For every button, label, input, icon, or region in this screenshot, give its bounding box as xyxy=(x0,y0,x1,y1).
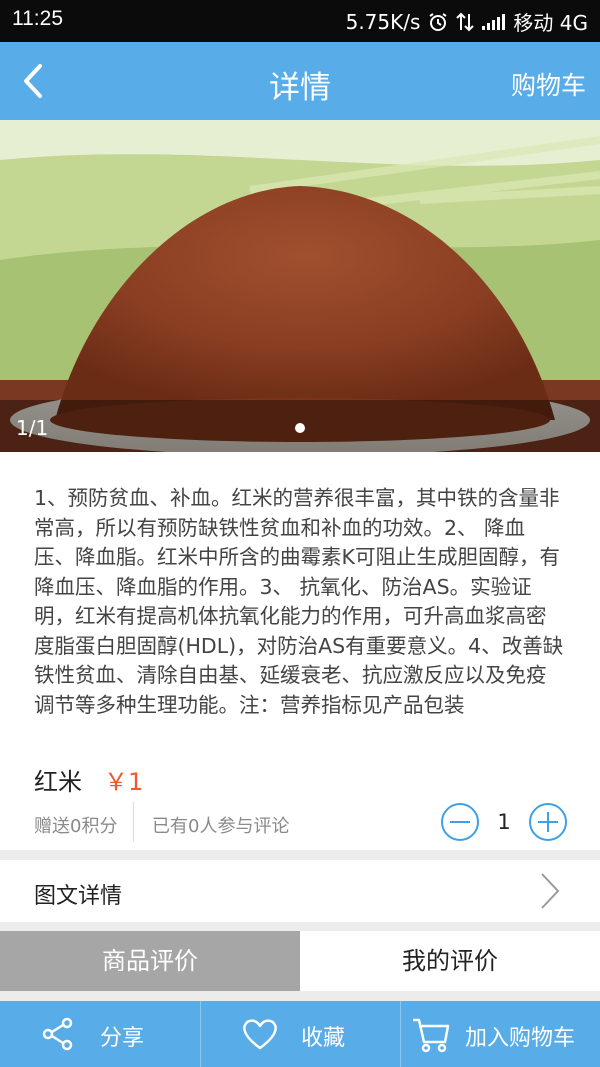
share-icon xyxy=(42,1017,73,1051)
cart-link[interactable]: 购物车 xyxy=(511,66,586,102)
quantity-value[interactable]: 1 xyxy=(480,810,528,834)
product-name: 红米 xyxy=(34,768,82,796)
cart-icon xyxy=(413,1018,450,1053)
signal-icon xyxy=(482,13,506,30)
status-time: 11:25 xyxy=(12,7,63,30)
share-button[interactable]: 分享 xyxy=(0,1001,200,1067)
plus-icon[interactable] xyxy=(528,802,568,842)
add-to-cart-button[interactable]: 加入购物车 xyxy=(400,1001,600,1067)
add-to-cart-label: 加入购物车 xyxy=(465,1026,576,1051)
review-tabs: 商品评价 我的评价 xyxy=(0,931,600,991)
carrier-label: 移动 4G xyxy=(513,11,588,35)
detail-row-label: 图文详情 xyxy=(34,884,123,909)
alarm-icon xyxy=(429,12,447,31)
status-bar: 11:25 5.75K/s 移动 4G xyxy=(0,0,600,42)
status-indicators: 5.75K/s 移动 4G xyxy=(346,7,588,36)
share-label: 分享 xyxy=(100,1026,145,1051)
divider xyxy=(133,802,134,842)
chevron-right-icon xyxy=(541,873,560,909)
bottom-action-bar: 分享 收藏 加入购物车 xyxy=(0,1001,600,1067)
product-info-card: 1、预防贫血、补血。红米的营养很丰富，其中铁的含量非常高，所以有预防缺铁性贫血和… xyxy=(0,452,600,850)
favorite-button[interactable]: 收藏 xyxy=(200,1001,400,1067)
tab-product-reviews[interactable]: 商品评价 xyxy=(0,931,300,991)
tab-my-reviews[interactable]: 我的评价 xyxy=(300,931,600,991)
image-counter: 1/1 xyxy=(16,416,49,440)
network-speed: 5.75K/s xyxy=(345,9,421,34)
quantity-stepper: 1 xyxy=(440,802,568,842)
carousel-indicator-dot[interactable] xyxy=(295,423,305,433)
product-image-carousel[interactable]: 1/1 xyxy=(0,120,600,452)
review-count: 已有0人参与评论 xyxy=(152,816,290,837)
data-transfer-icon xyxy=(456,12,475,31)
product-price: ￥1 xyxy=(104,768,144,796)
minus-icon[interactable] xyxy=(440,802,480,842)
favorite-label: 收藏 xyxy=(301,1026,346,1051)
nav-bar: 详情 购物车 xyxy=(0,42,600,120)
image-text-detail-row[interactable]: 图文详情 xyxy=(0,860,600,922)
reward-points: 赠送0积分 xyxy=(34,816,118,837)
heart-icon xyxy=(243,1019,277,1050)
product-description: 1、预防贫血、补血。红米的营养很丰富，其中铁的含量非常高，所以有预防缺铁性贫血和… xyxy=(34,486,564,717)
